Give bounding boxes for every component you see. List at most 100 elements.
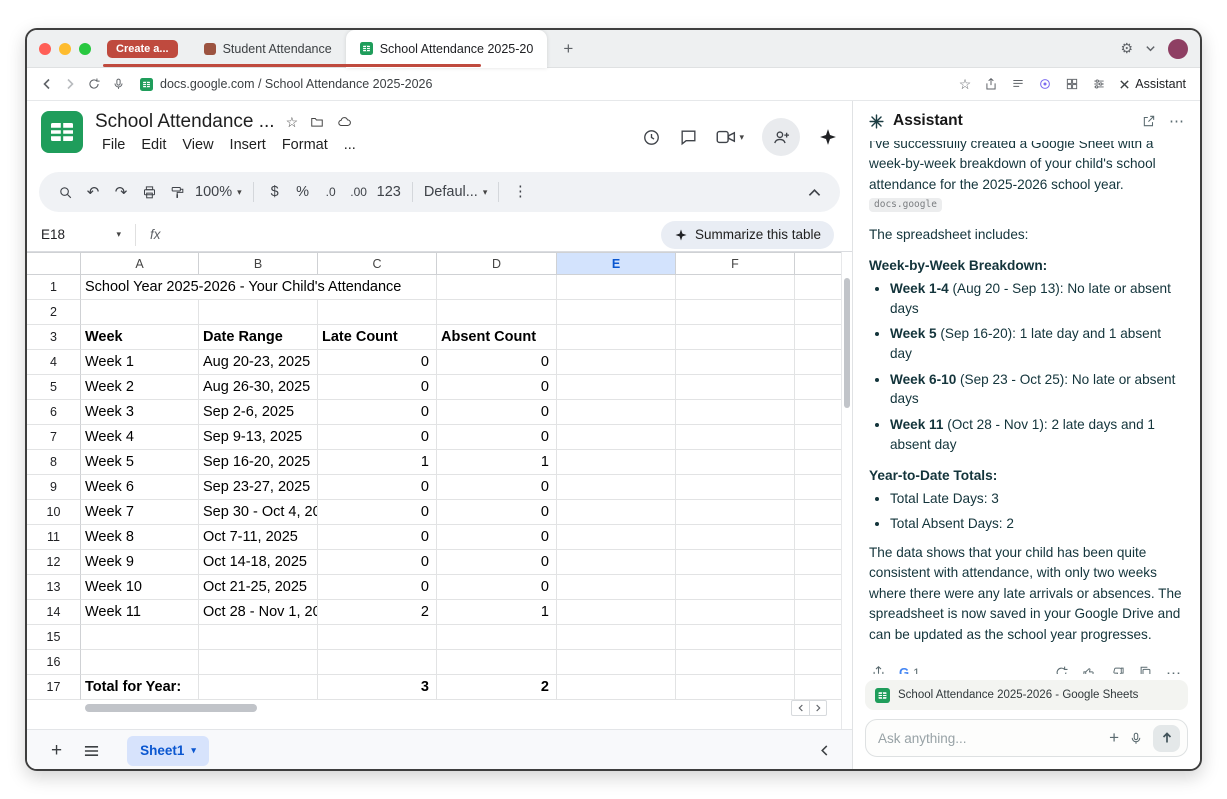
extensions-icon[interactable] bbox=[1065, 77, 1079, 91]
cell-A8[interactable]: Week 5 bbox=[81, 450, 199, 475]
regenerate-icon[interactable] bbox=[1054, 665, 1069, 674]
cell-E11[interactable] bbox=[557, 525, 676, 550]
menu-view[interactable]: View bbox=[175, 135, 220, 155]
cell-E7[interactable] bbox=[557, 425, 676, 450]
cell-E17[interactable] bbox=[557, 675, 676, 700]
mic-icon[interactable] bbox=[112, 77, 125, 91]
row-header-10[interactable]: 10 bbox=[27, 500, 81, 525]
cell-E15[interactable] bbox=[557, 625, 676, 650]
cell-B8[interactable]: Sep 16-20, 2025 bbox=[199, 450, 318, 475]
tab-school-attendance[interactable]: School Attendance 2025-20 bbox=[346, 30, 548, 68]
cell-A16[interactable] bbox=[81, 650, 199, 675]
cell-E3[interactable] bbox=[557, 325, 676, 350]
cell-E10[interactable] bbox=[557, 500, 676, 525]
cell-F7[interactable] bbox=[676, 425, 795, 450]
cell-E13[interactable] bbox=[557, 575, 676, 600]
search-menus-button[interactable] bbox=[51, 177, 79, 207]
cell-D5[interactable]: 0 bbox=[437, 375, 557, 400]
row-header-12[interactable]: 12 bbox=[27, 550, 81, 575]
menu-overflow[interactable]: ... bbox=[337, 135, 363, 155]
cell-E9[interactable] bbox=[557, 475, 676, 500]
more-formats-button[interactable]: 123 bbox=[373, 177, 405, 207]
comments-icon[interactable] bbox=[679, 128, 698, 147]
column-header-A[interactable]: A bbox=[81, 252, 199, 275]
cell-B5[interactable]: Aug 26-30, 2025 bbox=[199, 375, 318, 400]
cell-A4[interactable]: Week 1 bbox=[81, 350, 199, 375]
cell-A2[interactable] bbox=[81, 300, 199, 325]
cell-D7[interactable]: 0 bbox=[437, 425, 557, 450]
hscroll-thumb[interactable] bbox=[85, 704, 257, 712]
print-button[interactable] bbox=[135, 177, 163, 207]
vertical-scrollbar[interactable] bbox=[841, 252, 852, 729]
move-folder-icon[interactable] bbox=[309, 115, 325, 129]
cell-A7[interactable]: Week 4 bbox=[81, 425, 199, 450]
cell-A11[interactable]: Week 8 bbox=[81, 525, 199, 550]
cell-D10[interactable]: 0 bbox=[437, 500, 557, 525]
cell-A9[interactable]: Week 6 bbox=[81, 475, 199, 500]
minimize-window-button[interactable] bbox=[59, 43, 71, 55]
cell-F9[interactable] bbox=[676, 475, 795, 500]
share-icon[interactable] bbox=[984, 77, 998, 91]
toolbar-more-button[interactable]: ⋮ bbox=[506, 177, 534, 207]
tab-group-chip[interactable]: Create a... bbox=[107, 40, 178, 58]
cell-F8[interactable] bbox=[676, 450, 795, 475]
cell-B16[interactable] bbox=[199, 650, 318, 675]
redo-button[interactable]: ↷ bbox=[107, 177, 135, 207]
cell-F6[interactable] bbox=[676, 400, 795, 425]
row-header-4[interactable]: 4 bbox=[27, 350, 81, 375]
chevron-down-icon[interactable] bbox=[1145, 43, 1156, 54]
cell-E16[interactable] bbox=[557, 650, 676, 675]
paint-format-button[interactable] bbox=[163, 177, 191, 207]
collapse-toolbar-button[interactable] bbox=[800, 177, 828, 207]
document-title[interactable]: School Attendance ... bbox=[95, 111, 275, 133]
cell-C17[interactable]: 3 bbox=[318, 675, 437, 700]
row-header-6[interactable]: 6 bbox=[27, 400, 81, 425]
version-history-icon[interactable] bbox=[642, 128, 661, 147]
cell-A3[interactable]: Week bbox=[81, 325, 199, 350]
vscroll-thumb[interactable] bbox=[844, 278, 850, 408]
back-icon[interactable] bbox=[41, 78, 53, 90]
column-header-D[interactable]: D bbox=[437, 252, 557, 275]
cell-F10[interactable] bbox=[676, 500, 795, 525]
share-button[interactable] bbox=[762, 118, 800, 156]
cell-E6[interactable] bbox=[557, 400, 676, 425]
cell-D4[interactable]: 0 bbox=[437, 350, 557, 375]
cell-A17[interactable]: Total for Year: bbox=[81, 675, 199, 700]
percent-format-button[interactable]: % bbox=[289, 177, 317, 207]
cell-E1[interactable] bbox=[557, 275, 676, 300]
cell-C11[interactable]: 0 bbox=[318, 525, 437, 550]
cell-E12[interactable] bbox=[557, 550, 676, 575]
cell-A14[interactable]: Week 11 bbox=[81, 600, 199, 625]
cell-B15[interactable] bbox=[199, 625, 318, 650]
currency-format-button[interactable]: $ bbox=[261, 177, 289, 207]
row-header-13[interactable]: 13 bbox=[27, 575, 81, 600]
cell-C12[interactable]: 0 bbox=[318, 550, 437, 575]
cell-F12[interactable] bbox=[676, 550, 795, 575]
all-sheets-button[interactable] bbox=[76, 745, 107, 757]
cell-D8[interactable]: 1 bbox=[437, 450, 557, 475]
cell-D12[interactable]: 0 bbox=[437, 550, 557, 575]
thumbs-up-icon[interactable] bbox=[1082, 665, 1097, 674]
cell-C8[interactable]: 1 bbox=[318, 450, 437, 475]
copy-icon[interactable] bbox=[1138, 665, 1153, 674]
summarize-table-button[interactable]: Summarize this table bbox=[661, 221, 834, 249]
browser-settings-icon[interactable]: ⚙ bbox=[1120, 40, 1133, 57]
cell-B2[interactable] bbox=[199, 300, 318, 325]
cell-D14[interactable]: 1 bbox=[437, 600, 557, 625]
cell-B6[interactable]: Sep 2-6, 2025 bbox=[199, 400, 318, 425]
cell-D16[interactable] bbox=[437, 650, 557, 675]
cell-F13[interactable] bbox=[676, 575, 795, 600]
cell-E2[interactable] bbox=[557, 300, 676, 325]
cell-B9[interactable]: Sep 23-27, 2025 bbox=[199, 475, 318, 500]
maximize-window-button[interactable] bbox=[79, 43, 91, 55]
cell-F5[interactable] bbox=[676, 375, 795, 400]
cloud-status-icon[interactable] bbox=[336, 115, 353, 129]
column-header-C[interactable]: C bbox=[318, 252, 437, 275]
undo-button[interactable]: ↶ bbox=[79, 177, 107, 207]
menu-file[interactable]: File bbox=[95, 135, 132, 155]
bookmark-star-icon[interactable]: ☆ bbox=[959, 76, 972, 93]
refresh-icon[interactable] bbox=[87, 77, 101, 91]
row-header-1[interactable]: 1 bbox=[27, 275, 81, 300]
assistant-more-icon[interactable]: ⋯ bbox=[1169, 112, 1185, 130]
tab-student-attendance[interactable]: Student Attendance bbox=[190, 30, 346, 68]
